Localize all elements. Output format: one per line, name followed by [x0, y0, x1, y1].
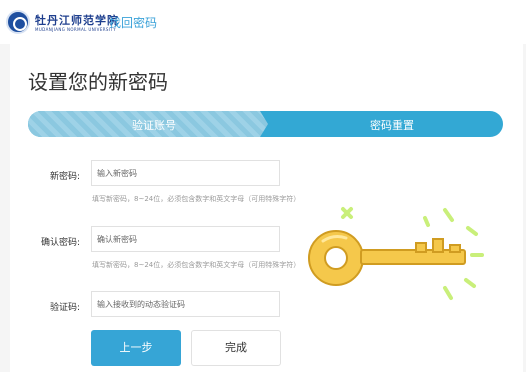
header-page-name: 找回密码	[109, 16, 158, 30]
verification-code-input[interactable]	[91, 291, 280, 317]
confirm-password-label: 确认密码:	[40, 238, 80, 248]
step-progress: 验证账号 密码重置	[28, 111, 503, 137]
key-icon	[308, 207, 484, 300]
finish-button[interactable]: 完成	[191, 330, 281, 366]
university-logo[interactable]	[6, 10, 30, 34]
confirm-password-input[interactable]	[91, 226, 280, 252]
school-name: 牡丹江师范学院	[35, 14, 119, 27]
step-reset-password: 密码重置	[268, 111, 503, 137]
new-password-input[interactable]	[91, 160, 280, 186]
step-reset-password-label: 密码重置	[370, 119, 414, 132]
new-password-hint: 填写新密码，8~24位，必须包含数字和英文字母（可用特殊字符）	[92, 195, 301, 203]
step-verify-account: 验证账号	[28, 111, 268, 137]
page-header: 牡丹江师范学院 MUDANJIANG NORMAL UNIVERSITY · 找…	[0, 0, 526, 44]
step-verify-account-label: 验证账号	[132, 119, 176, 132]
page-title: 设置您的新密码	[28, 70, 168, 94]
verification-code-label: 验证码:	[49, 303, 80, 313]
header-separator: ·	[98, 13, 102, 27]
new-password-label: 新密码:	[49, 172, 80, 182]
school-english-name: MUDANJIANG NORMAL UNIVERSITY	[35, 27, 117, 32]
previous-step-button[interactable]: 上一步	[91, 330, 181, 366]
confirm-password-hint: 填写新密码，8~24位，必须包含数字和英文字母（可用特殊字符）	[92, 261, 301, 269]
